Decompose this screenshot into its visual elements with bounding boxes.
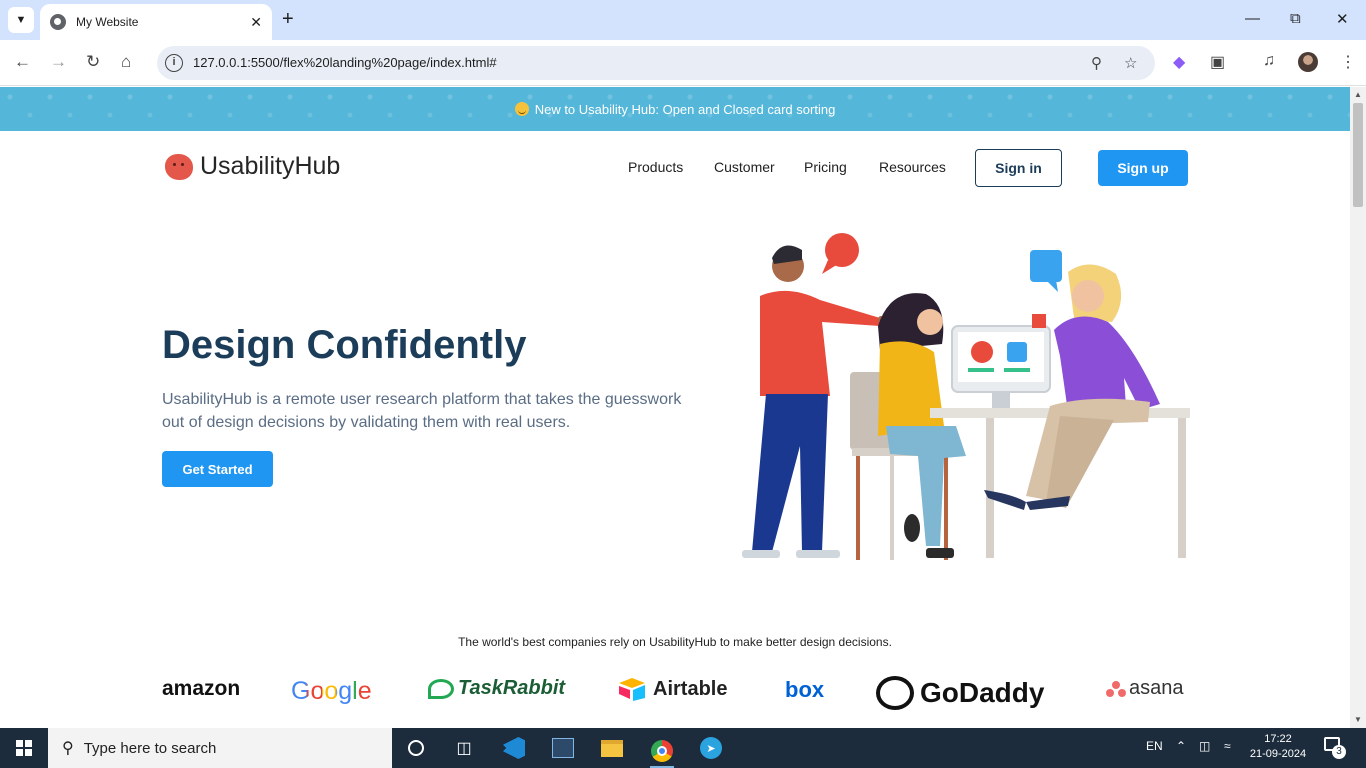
restore-icon[interactable]: ⧉ <box>1290 10 1301 27</box>
hero-illustration <box>742 233 1190 560</box>
brand-logo-amazon: amazon <box>162 677 240 701</box>
vscode-icon[interactable] <box>502 736 526 760</box>
file-explorer-icon[interactable] <box>600 736 624 760</box>
brand-name: Airtable <box>653 677 728 700</box>
notification-count: 3 <box>1332 745 1346 759</box>
brand-name: TaskRabbit <box>458 677 566 699</box>
brand-name: Google <box>291 677 372 705</box>
system-clock[interactable]: 17:22 21-09-2024 <box>1246 732 1310 762</box>
tray-chevron-icon[interactable]: ⌃ <box>1176 739 1186 753</box>
nav-customer[interactable]: Customer <box>714 159 775 175</box>
url-text[interactable]: 127.0.0.1:5500/flex%20landing%20page/ind… <box>193 55 497 70</box>
bookmark-star-icon[interactable]: ☆ <box>1124 54 1137 72</box>
smile-emoji-icon <box>514 102 529 116</box>
home-icon[interactable]: ⌂ <box>121 52 131 72</box>
logo[interactable]: UsabilityHub <box>165 152 340 181</box>
sign-up-button[interactable]: Sign up <box>1098 150 1188 186</box>
forward-icon[interactable]: → <box>50 52 67 72</box>
profile-avatar[interactable] <box>1298 52 1318 72</box>
sign-in-button[interactable]: Sign in <box>975 149 1062 187</box>
browser-toolbar: ← → ↻ ⌂ i 127.0.0.1:5500/flex%20landing%… <box>0 40 1366 86</box>
windows-start-icon[interactable] <box>16 740 32 756</box>
trust-statement: The world's best companies rely on Usabi… <box>458 635 892 649</box>
notification-center-icon[interactable]: 3 <box>1324 737 1346 759</box>
snipping-tool-icon[interactable] <box>551 736 575 760</box>
new-tab-button[interactable]: + <box>282 8 294 30</box>
taskbar-search-box[interactable]: ⚲ Type here to search <box>48 728 392 768</box>
tab-search-button[interactable]: ▼ <box>8 7 34 33</box>
telegram-icon[interactable]: ➤ <box>699 736 723 760</box>
browser-tabstrip: ▼ My Website ✕ + — ⧉ ✕ <box>0 0 1366 40</box>
address-bar[interactable]: i 127.0.0.1:5500/flex%20landing%20page/i… <box>157 46 1155 80</box>
brand-logo-godaddy: GoDaddy <box>876 676 1044 710</box>
nav-pricing[interactable]: Pricing <box>804 159 847 175</box>
tab-title: My Website <box>76 15 139 29</box>
browser-tab[interactable]: My Website ✕ <box>40 4 272 40</box>
brand-name: asana <box>1129 677 1184 699</box>
search-icon: ⚲ <box>62 740 74 757</box>
taskrabbit-icon <box>428 678 454 699</box>
back-icon[interactable]: ← <box>14 52 31 72</box>
airtable-icon <box>619 678 645 701</box>
brand-logo-airtable: Airtable <box>617 677 727 701</box>
clock-time: 17:22 <box>1264 733 1292 745</box>
banner-text: New to Usability Hub: Open and Closed ca… <box>534 101 836 117</box>
extensions-puzzle-icon[interactable]: ▣ <box>1210 52 1225 72</box>
brand-logo-box: box <box>785 677 824 703</box>
battery-icon[interactable]: ◫ <box>1199 739 1210 753</box>
language-indicator[interactable]: EN <box>1146 739 1163 753</box>
minimize-icon[interactable]: — <box>1245 10 1260 27</box>
scroll-up-icon[interactable]: ▲ <box>1354 90 1362 99</box>
brand-name: GoDaddy <box>920 677 1045 708</box>
godaddy-icon <box>876 676 914 710</box>
brand-name: amazon <box>162 677 241 700</box>
scroll-down-icon[interactable]: ▼ <box>1354 715 1362 724</box>
menu-kebab-icon[interactable]: ⋮ <box>1340 52 1356 72</box>
task-view-icon[interactable]: ◫ <box>452 736 476 760</box>
extension-icon[interactable]: ◆ <box>1173 52 1185 72</box>
asana-icon <box>1106 680 1126 697</box>
brand-name: box <box>785 677 825 702</box>
wifi-icon[interactable]: ≈ <box>1224 739 1231 753</box>
announcement-banner[interactable]: New to Usability Hub: Open and Closed ca… <box>0 87 1350 131</box>
clock-date: 21-09-2024 <box>1249 748 1307 760</box>
scroll-thumb[interactable] <box>1353 103 1363 207</box>
chrome-taskbar-icon[interactable] <box>650 736 674 768</box>
nav-products[interactable]: Products <box>628 159 683 175</box>
reload-icon[interactable]: ↻ <box>86 52 100 72</box>
brand-logo-taskrabbit: TaskRabbit <box>428 677 565 700</box>
zoom-icon[interactable]: ⚲ <box>1091 54 1102 72</box>
brand-logo-google: Google <box>291 677 372 706</box>
media-control-icon[interactable]: ♫ <box>1263 52 1275 70</box>
hero-title: Design Confidently <box>162 323 527 367</box>
window-close-icon[interactable]: ✕ <box>1336 10 1349 28</box>
hero-description: UsabilityHub is a remote user research p… <box>162 391 682 431</box>
close-tab-icon[interactable]: ✕ <box>250 14 262 31</box>
cortana-icon[interactable] <box>404 736 428 760</box>
site-info-icon[interactable]: i <box>165 54 183 72</box>
logo-text: UsabilityHub <box>200 152 341 180</box>
windows-taskbar: ⚲ Type here to search ◫ ➤ EN ⌃ ◫ ≈ 17:22… <box>0 728 1366 768</box>
globe-icon <box>50 14 66 30</box>
page-scrollbar[interactable]: ▲ ▼ <box>1350 87 1366 728</box>
logo-mark-icon <box>165 153 193 180</box>
get-started-button[interactable]: Get Started <box>162 451 273 487</box>
search-placeholder: Type here to search <box>83 739 217 757</box>
nav-resources[interactable]: Resources <box>879 159 946 175</box>
brand-logo-asana: asana <box>1106 677 1184 700</box>
